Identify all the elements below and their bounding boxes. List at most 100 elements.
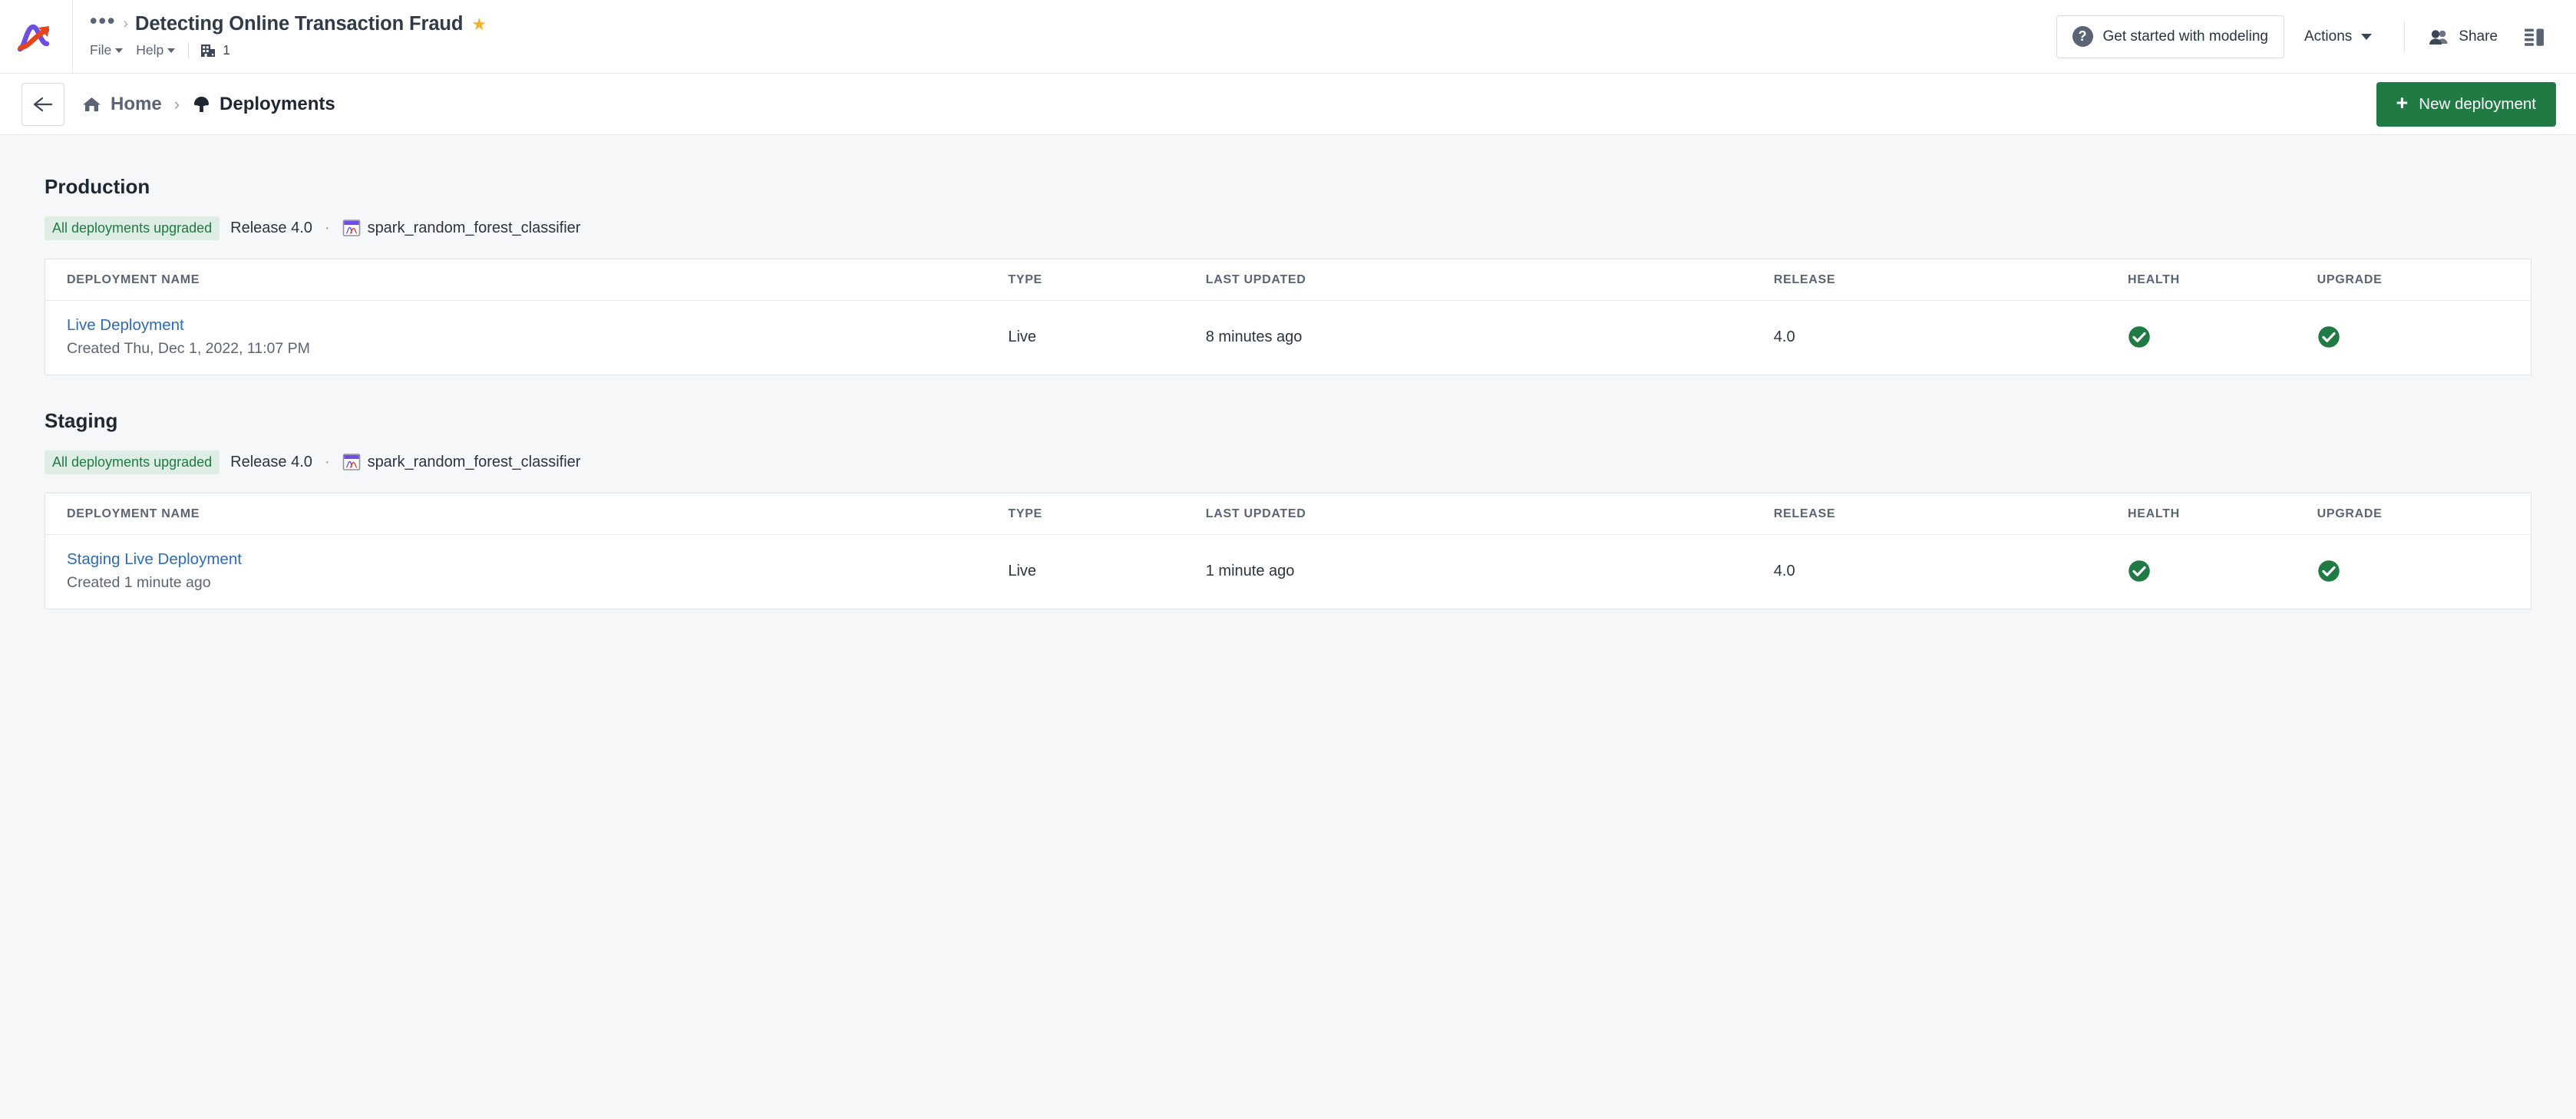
app-logo[interactable]: [0, 0, 73, 73]
organization-indicator[interactable]: 1: [200, 42, 230, 59]
table-body: Live Deployment Created Thu, Dec 1, 2022…: [45, 300, 2531, 375]
toggle-side-panel-button[interactable]: [2515, 15, 2556, 58]
column-release: RELEASE: [1773, 493, 2128, 535]
deployment-section-staging: Staging All deployments upgraded Release…: [45, 409, 2531, 609]
help-question-icon: ?: [2072, 26, 2093, 47]
status-badge: All deployments upgraded: [45, 216, 220, 240]
deployments-upload-icon: [194, 96, 210, 112]
section-model[interactable]: spark_random_forest_classifier: [342, 219, 580, 237]
chevron-down-icon: [2361, 33, 2373, 40]
column-type: TYPE: [1008, 259, 1206, 301]
healthy-check-icon: [2317, 560, 2340, 582]
table-row[interactable]: Live Deployment Created Thu, Dec 1, 2022…: [45, 300, 2531, 375]
deployment-created-text: Created 1 minute ago: [67, 574, 211, 591]
healthy-check-icon: [2317, 326, 2340, 348]
breadcrumb-chevron-icon: ›: [173, 94, 180, 114]
deployments-table: DEPLOYMENT NAME TYPE LAST UPDATED RELEAS…: [45, 259, 2531, 375]
favorite-star-icon[interactable]: ★: [471, 15, 487, 33]
page-title: Detecting Online Transaction Fraud: [135, 13, 464, 35]
deployment-section-production: Production All deployments upgraded Rele…: [45, 175, 2531, 375]
cell-upgrade: [2317, 534, 2531, 609]
healthy-check-icon: [2129, 560, 2150, 582]
section-model[interactable]: spark_random_forest_classifier: [342, 453, 581, 471]
cell-type: Live: [1008, 300, 1206, 375]
organization-count: 1: [223, 42, 230, 58]
building-icon: [201, 44, 216, 57]
section-title: Production: [45, 175, 150, 198]
table-header-row: DEPLOYMENT NAME TYPE LAST UPDATED RELEAS…: [45, 259, 2531, 301]
actions-label: Actions: [2304, 28, 2353, 45]
section-meta: All deployments upgraded Release 4.0 · s…: [45, 216, 2531, 240]
project-breadcrumb: ••• › Detecting Online Transaction Fraud…: [90, 10, 2056, 38]
datarobot-logo-icon: [17, 24, 50, 51]
menu-file[interactable]: File: [90, 42, 124, 58]
table-head: DEPLOYMENT NAME TYPE LAST UPDATED RELEAS…: [45, 259, 2531, 301]
cell-upgrade: [2317, 300, 2531, 375]
deployments-table: DEPLOYMENT NAME TYPE LAST UPDATED RELEAS…: [45, 493, 2531, 609]
share-label: Share: [2459, 28, 2498, 45]
table-head: DEPLOYMENT NAME TYPE LAST UPDATED RELEAS…: [45, 493, 2531, 535]
menu-file-label: File: [90, 42, 112, 58]
section-meta: All deployments upgraded Release 4.0 · s…: [45, 450, 2531, 474]
breadcrumb-overflow-dots[interactable]: •••: [90, 10, 116, 34]
header-divider: [2404, 21, 2406, 52]
table-row[interactable]: Staging Live Deployment Created 1 minute…: [45, 534, 2531, 609]
cell-release: 4.0: [1773, 534, 2128, 609]
column-upgrade: UPGRADE: [2317, 259, 2531, 301]
menu-divider: [188, 42, 190, 58]
menu-help[interactable]: Help: [136, 42, 176, 58]
section-release: Release 4.0: [230, 453, 312, 470]
app-menu-bar: File Help 1: [90, 39, 2056, 62]
cell-health: [2127, 534, 2317, 609]
new-deployment-label: New deployment: [2419, 94, 2536, 113]
table-header-row: DEPLOYMENT NAME TYPE LAST UPDATED RELEAS…: [45, 493, 2531, 535]
column-type: TYPE: [1008, 493, 1206, 535]
cell-release: 4.0: [1773, 300, 2128, 375]
cell-type: Live: [1008, 534, 1206, 609]
get-started-with-modeling-button[interactable]: ? Get started with modeling: [2056, 15, 2284, 58]
chevron-down-icon: [115, 48, 124, 53]
header-actions: ? Get started with modeling Actions Shar…: [2056, 0, 2576, 73]
cell-last-updated: 8 minutes ago: [1205, 300, 1774, 375]
cell-last-updated: 1 minute ago: [1205, 534, 1774, 609]
actions-dropdown[interactable]: Actions: [2284, 15, 2389, 58]
breadcrumb-home-label: Home: [111, 93, 162, 114]
healthy-check-icon: [2129, 326, 2150, 348]
column-last-updated: LAST UPDATED: [1205, 493, 1774, 535]
breadcrumb: Home › Deployments: [81, 94, 335, 115]
get-started-label: Get started with modeling: [2102, 28, 2268, 45]
section-model-name: spark_random_forest_classifier: [367, 453, 581, 470]
share-button[interactable]: Share: [2420, 15, 2505, 58]
model-window-icon: [342, 454, 360, 470]
section-title: Staging: [45, 409, 118, 432]
home-icon: [83, 97, 101, 111]
users-icon: [2429, 29, 2448, 45]
table-body: Staging Live Deployment Created 1 minute…: [45, 534, 2531, 609]
app-header: ••• › Detecting Online Transaction Fraud…: [0, 0, 2576, 74]
back-button[interactable]: [21, 82, 64, 126]
plus-icon: +: [2396, 91, 2409, 114]
deployment-name-link[interactable]: Live Deployment: [67, 316, 1008, 335]
meta-dot-separator: ·: [324, 453, 330, 470]
breadcrumb-home[interactable]: Home: [81, 94, 162, 115]
model-window-icon: [342, 220, 360, 236]
new-deployment-button[interactable]: + New deployment: [2376, 81, 2556, 127]
column-health: HEALTH: [2127, 259, 2317, 301]
column-upgrade: UPGRADE: [2317, 493, 2531, 535]
arrow-left-icon: [33, 97, 53, 111]
column-release: RELEASE: [1773, 259, 2128, 301]
cell-health: [2127, 300, 2317, 375]
breadcrumb-deployments-label: Deployments: [220, 93, 335, 114]
deployment-name-link[interactable]: Staging Live Deployment: [67, 550, 1008, 569]
column-health: HEALTH: [2127, 493, 2317, 535]
column-deployment-name: DEPLOYMENT NAME: [45, 493, 1009, 535]
menu-help-label: Help: [136, 42, 164, 58]
cell-deployment-name: Live Deployment Created Thu, Dec 1, 2022…: [45, 300, 1009, 375]
column-deployment-name: DEPLOYMENT NAME: [45, 259, 1009, 301]
column-last-updated: LAST UPDATED: [1205, 259, 1774, 301]
breadcrumb-bar: Home › Deployments + New deployment: [0, 74, 2576, 135]
breadcrumb-deployments: Deployments: [192, 94, 335, 115]
deployments-page: Production All deployments upgraded Rele…: [0, 135, 2576, 609]
meta-dot-separator: ·: [324, 219, 330, 236]
project-title-block: ••• › Detecting Online Transaction Fraud…: [73, 0, 2056, 73]
